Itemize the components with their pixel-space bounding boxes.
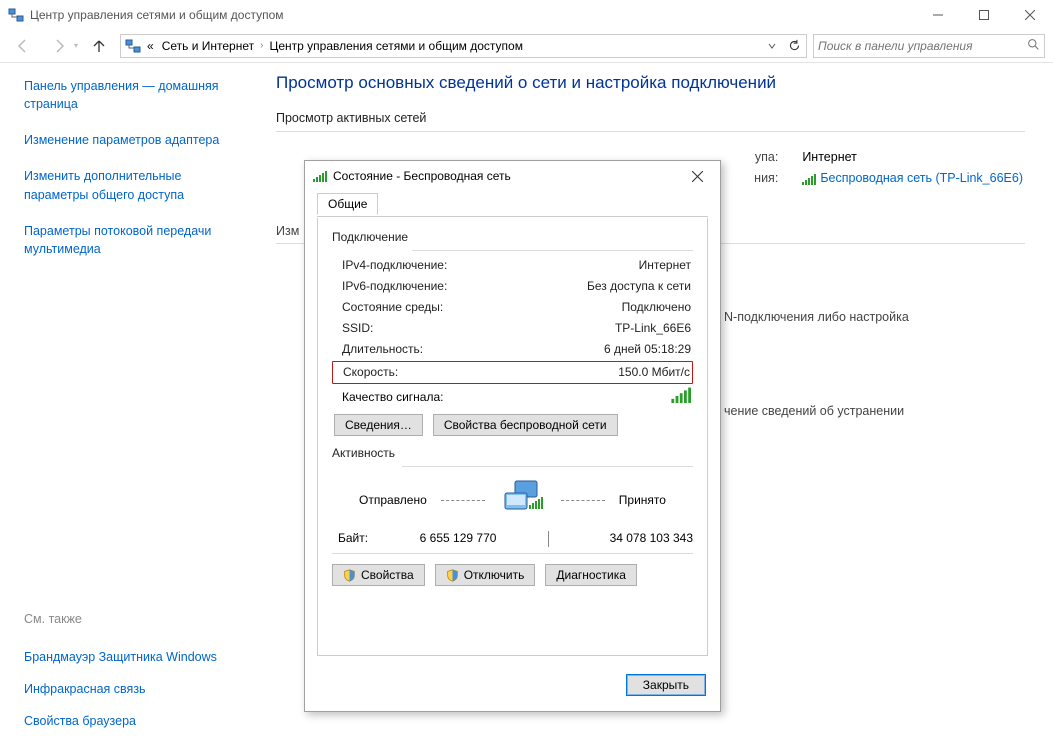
wireless-properties-button[interactable]: Свойства беспроводной сети (433, 414, 618, 436)
ipv6-label: IPv6-подключение: (342, 276, 447, 297)
duration-value: 6 дней 05:18:29 (604, 339, 691, 360)
bytes-label: Байт: (338, 531, 368, 547)
diagnostics-button[interactable]: Диагностика (545, 564, 637, 586)
breadcrumb-item[interactable]: Сеть и Интернет (160, 39, 256, 53)
sidebar-item-firewall[interactable]: Брандмауэр Защитника Windows (24, 648, 242, 666)
shield-icon (343, 569, 356, 582)
signal-quality-icon (671, 386, 691, 403)
dialog-close-button[interactable] (676, 162, 718, 190)
bytes-received-value: 34 078 103 343 (610, 531, 693, 547)
wifi-status-dialog: Состояние - Беспроводная сеть Общие Подк… (304, 160, 721, 712)
addressbar[interactable]: « Сеть и Интернет › Центр управления сет… (120, 34, 807, 58)
tab-general[interactable]: Общие (317, 193, 378, 215)
bytes-sent-value: 6 655 129 770 (420, 531, 497, 547)
breadcrumb-item[interactable]: Центр управления сетями и общим доступом (267, 39, 525, 53)
forward-button[interactable] (44, 31, 74, 61)
media-state-value: Подключено (622, 297, 691, 318)
dialog-titlebar[interactable]: Состояние - Беспроводная сеть (305, 161, 720, 191)
close-button[interactable] (1007, 0, 1053, 29)
active-networks-title: Просмотр активных сетей (276, 111, 1025, 125)
ssid-label: SSID: (342, 318, 373, 339)
sidebar-item-infrared[interactable]: Инфракрасная связь (24, 680, 242, 698)
properties-button[interactable]: Свойства (332, 564, 425, 586)
ipv6-value: Без доступа к сети (587, 276, 691, 297)
media-state-label: Состояние среды: (342, 297, 443, 318)
toolbar: ▾ « Сеть и Интернет › Центр управления с… (0, 29, 1053, 63)
partial-text: чение сведений об устранении (724, 404, 904, 418)
search-input[interactable] (818, 39, 1027, 53)
ssid-value: TP-Link_66E6 (615, 318, 691, 339)
dialog-title: Состояние - Беспроводная сеть (333, 169, 676, 183)
connection-legend: Подключение (332, 230, 693, 244)
sidebar-item-streaming[interactable]: Параметры потоковой передачи мультимедиа (24, 222, 242, 258)
received-label: Принято (619, 493, 666, 507)
maximize-button[interactable] (961, 0, 1007, 29)
breadcrumb-prefix: « (145, 39, 156, 53)
connections-label: ния: (718, 168, 778, 189)
close-dialog-button[interactable]: Закрыть (626, 674, 706, 696)
signal-icon (313, 170, 327, 182)
signal-quality-label: Качество сигнала: (342, 390, 443, 404)
computers-icon (499, 479, 547, 521)
duration-label: Длительность: (342, 339, 423, 360)
speed-value: 150.0 Мбит/с (618, 362, 690, 383)
minimize-button[interactable] (915, 0, 961, 29)
see-also-heading: См. также (24, 612, 242, 630)
history-dropdown[interactable]: ▾ (74, 41, 78, 50)
ipv4-value: Интернет (639, 255, 691, 276)
wireless-connection-link[interactable]: Беспроводная сеть (TP-Link_66E6) (786, 168, 1023, 189)
search-icon (1027, 38, 1040, 54)
window-titlebar: Центр управления сетями и общим доступом (0, 0, 1053, 29)
search-box[interactable] (813, 34, 1045, 58)
partial-text: N-подключения либо настройка (724, 310, 909, 324)
shield-icon (446, 569, 459, 582)
activity-legend: Активность (332, 446, 693, 460)
signal-icon (802, 173, 816, 185)
sidebar-item-browser-props[interactable]: Свойства браузера (24, 712, 242, 730)
netshare-icon (125, 38, 141, 54)
speed-label: Скорость: (343, 362, 398, 383)
connection-name: Беспроводная сеть (TP-Link_66E6) (820, 168, 1023, 189)
refresh-button[interactable] (784, 35, 804, 57)
sent-label: Отправлено (359, 493, 427, 507)
page-heading: Просмотр основных сведений о сети и наст… (276, 73, 1025, 93)
chevron-right-icon: › (260, 40, 263, 51)
sidebar: Панель управления — домашняя страница Из… (0, 63, 258, 740)
addressbar-dropdown[interactable] (762, 35, 782, 57)
access-type-value: Интернет (786, 147, 857, 168)
sidebar-item-adapter-settings[interactable]: Изменение параметров адаптера (24, 131, 242, 149)
tabstrip: Общие (317, 193, 708, 217)
ipv4-label: IPv4-подключение: (342, 255, 447, 276)
sidebar-item-sharing-settings[interactable]: Изменить дополнительные параметры общего… (24, 167, 242, 203)
disable-button[interactable]: Отключить (435, 564, 536, 586)
netshare-icon (8, 7, 24, 23)
details-button[interactable]: Сведения… (334, 414, 423, 436)
back-button[interactable] (8, 31, 38, 61)
access-type-label: упа: (718, 147, 778, 168)
up-button[interactable] (84, 31, 114, 61)
sidebar-home[interactable]: Панель управления — домашняя страница (24, 77, 242, 113)
window-title: Центр управления сетями и общим доступом (30, 8, 915, 22)
